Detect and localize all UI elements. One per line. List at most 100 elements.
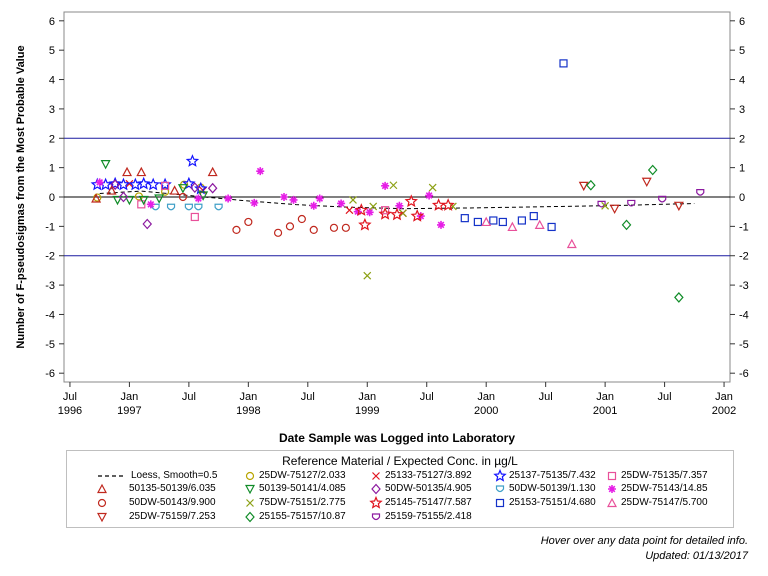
hover-hint: Hover over any data point for detailed i… <box>540 535 748 547</box>
y-axis-title: Number of F-pseudosigmas from the Most P… <box>15 45 27 348</box>
legend-symbol <box>245 484 255 495</box>
x-tick-year-label: 1997 <box>117 405 141 417</box>
legend-symbol <box>97 498 107 508</box>
legend-marker <box>607 497 617 508</box>
y-tick-label-left: 1 <box>49 163 55 175</box>
y-tick-label-left: 6 <box>49 16 55 28</box>
legend-label: 50135-50139/6.035 <box>129 483 216 494</box>
legend-label: Loess, Smooth=0.5 <box>131 470 218 481</box>
x-tick-label: Jul <box>420 391 434 403</box>
legend-symbol <box>97 512 107 523</box>
legend-label: 25DW-75135/7.357 <box>621 470 708 481</box>
legend-symbol <box>245 471 255 481</box>
x-tick-label: Jul <box>301 391 315 403</box>
legend-symbol <box>495 485 505 493</box>
legend-symbol <box>371 513 381 521</box>
legend-label: 50DW-50135/4.905 <box>385 483 472 494</box>
legend-symbol <box>98 475 126 477</box>
updated-date: Updated: 01/13/2017 <box>645 550 748 562</box>
legend-symbol <box>493 468 507 482</box>
legend-marker <box>495 498 505 508</box>
legend-label: 25DW-75147/5.700 <box>621 497 708 508</box>
y-tick-label-right: -1 <box>739 221 749 233</box>
legend-marker <box>245 471 255 481</box>
legend-symbol <box>608 485 616 493</box>
legend-marker <box>495 485 505 493</box>
legend-marker <box>493 468 507 482</box>
legend-marker <box>246 499 254 507</box>
y-tick-label-right: 4 <box>739 75 745 87</box>
y-tick-label-left: 4 <box>49 75 55 87</box>
legend-marker <box>608 485 616 493</box>
y-tick-label-left: -1 <box>45 221 55 233</box>
legend-label: 25133-75127/3.892 <box>385 470 472 481</box>
legend-marker <box>372 472 380 480</box>
legend-symbol <box>607 497 617 508</box>
legend-label: 25159-75155/2.418 <box>385 511 472 522</box>
y-tick-label-left: -6 <box>45 368 55 380</box>
y-tick-label-right: 0 <box>739 192 745 204</box>
legend-marker <box>607 471 617 481</box>
legend-label: 75DW-75151/2.775 <box>259 497 346 508</box>
legend-marker <box>371 483 381 495</box>
legend-label: 25DW-75127/2.033 <box>259 470 346 481</box>
y-tick-label-right: 2 <box>739 133 745 145</box>
y-tick-label-right: -5 <box>739 339 749 351</box>
x-axis-title: Date Sample was Logged into Laboratory <box>279 431 515 445</box>
x-tick-label: Jan <box>477 391 495 403</box>
y-tick-label-left: 3 <box>49 104 55 116</box>
y-tick-label-left: 5 <box>49 45 55 57</box>
legend-label: 25DW-75143/14.85 <box>621 483 708 494</box>
legend-marker <box>371 513 381 521</box>
legend-label: 25137-75135/7.432 <box>509 470 596 481</box>
scatter-chart: 6 6 5 5 4 4 3 3 2 2 1 1 0 0 -1 -1 -2 -2 -3 -3 -4 -4 -5 -5 -6 -6 Ju… <box>15 11 749 445</box>
y-tick-label-left: -5 <box>45 339 55 351</box>
y-tick-label-right: -2 <box>739 251 749 263</box>
x-tick-label: Jan <box>596 391 614 403</box>
x-tick-year-label: 2002 <box>712 405 736 417</box>
x-tick-label: Jul <box>658 391 672 403</box>
data-point <box>280 193 289 201</box>
legend-symbol <box>371 483 381 495</box>
legend-symbol <box>607 471 617 481</box>
legend-marker <box>369 495 383 509</box>
legend-marker <box>97 498 107 508</box>
legend-symbol <box>369 495 383 509</box>
legend-label: 25145-75147/7.587 <box>385 497 472 508</box>
y-tick-label-right: 6 <box>739 16 745 28</box>
legend-marker <box>245 484 255 495</box>
legend-symbol <box>372 472 380 480</box>
x-tick-label: Jan <box>358 391 376 403</box>
legend-symbol <box>246 499 254 507</box>
legend-label: 50DW-50143/9.900 <box>129 497 216 508</box>
x-tick-year-label: 1996 <box>58 405 82 417</box>
y-tick-label-right: -3 <box>739 280 749 292</box>
legend-title: Reference Material / Expected Conc. in µ… <box>282 454 518 468</box>
y-tick-label-right: 1 <box>739 163 745 175</box>
x-tick-label: Jul <box>182 391 196 403</box>
x-tick-label: Jan <box>239 391 257 403</box>
x-tick-label: Jan <box>715 391 733 403</box>
x-tick-label: Jul <box>539 391 553 403</box>
legend-label: 50139-50141/4.085 <box>259 483 346 494</box>
data-point <box>250 198 259 207</box>
legend-label: 25155-75157/10.87 <box>259 511 346 522</box>
x-tick-year-label: 2001 <box>593 405 617 417</box>
y-tick-label-right: -4 <box>739 309 749 321</box>
y-tick-label-right: 5 <box>739 45 745 57</box>
legend-marker <box>97 483 107 494</box>
legend-label: 25DW-75159/7.253 <box>129 511 216 522</box>
x-tick-label: Jan <box>121 391 139 403</box>
legend-label: 50DW-50139/1.130 <box>509 483 596 494</box>
y-tick-label-left: -4 <box>45 309 55 321</box>
y-tick-label-right: -6 <box>739 368 749 380</box>
legend-label: 25153-75151/4.680 <box>509 497 596 508</box>
x-tick-year-label: 1999 <box>355 405 379 417</box>
y-tick-label-left: -3 <box>45 280 55 292</box>
data-point <box>309 201 318 210</box>
x-tick-year-label: 1998 <box>236 405 260 417</box>
y-tick-label-left: 0 <box>49 192 55 204</box>
y-tick-label-left: -2 <box>45 251 55 263</box>
legend: Reference Material / Expected Conc. in µ… <box>66 450 734 528</box>
x-tick-label: Jul <box>63 391 77 403</box>
